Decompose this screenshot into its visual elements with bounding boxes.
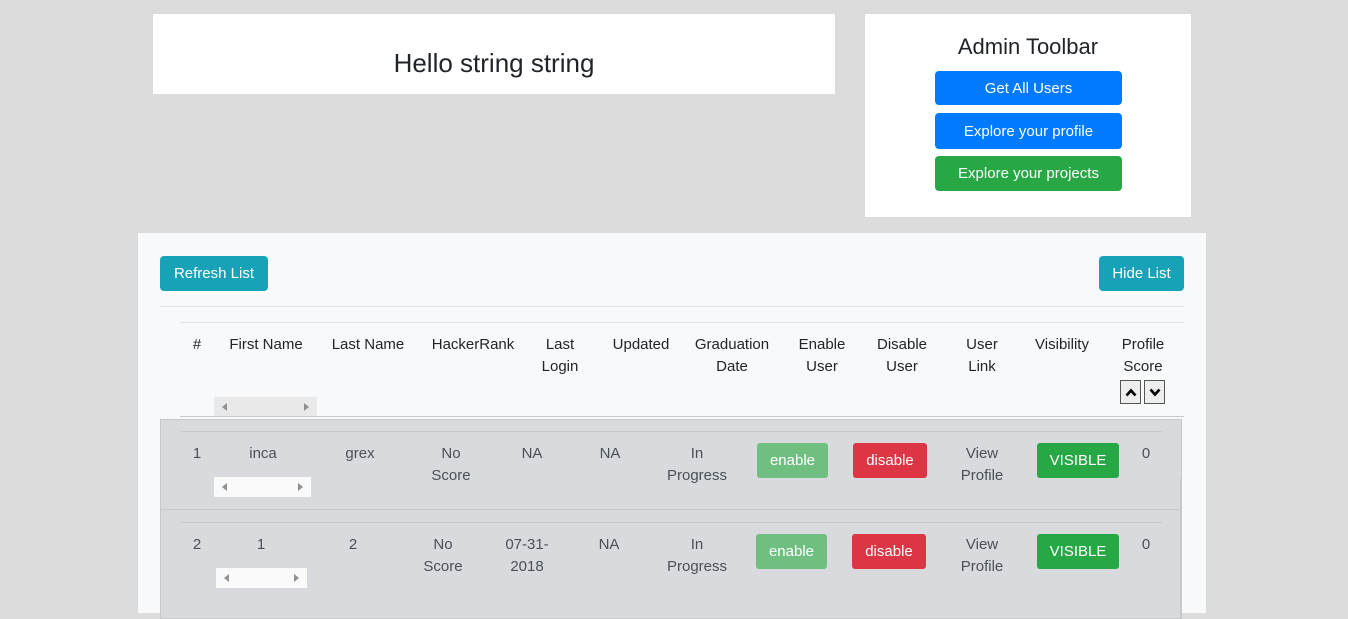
cell-last-login: NA: [521, 445, 543, 462]
cell-last-name: grex: [345, 445, 375, 462]
explore-profile-button[interactable]: Explore your profile: [935, 113, 1122, 149]
greeting-card: Hello string string: [153, 14, 835, 94]
row-horizontal-scrollbar[interactable]: [214, 477, 311, 497]
visibility-toggle-button[interactable]: VISIBLE: [1037, 534, 1119, 569]
table-scroll-edge: [1180, 478, 1181, 618]
header-bottom-border: [180, 416, 1184, 417]
cell-graduation-date: In Progress: [666, 445, 728, 484]
admin-toolbar-title: Admin Toolbar: [957, 34, 1099, 59]
sort-descending-button[interactable]: [1144, 380, 1165, 404]
col-header-hackerrank[interactable]: HackerRank: [426, 334, 520, 356]
cell-last-name: 2: [348, 536, 358, 553]
col-header-graduation-date[interactable]: Graduation Date: [688, 334, 776, 378]
cell-profile-score: 0: [1141, 445, 1151, 462]
disable-user-button[interactable]: disable: [853, 443, 927, 478]
cell-index: 1: [192, 445, 202, 462]
row-divider: [180, 522, 1162, 523]
row-divider: [160, 509, 1182, 510]
col-header-first-name[interactable]: First Name: [222, 334, 310, 356]
col-header-last-login[interactable]: Last Login: [530, 334, 590, 378]
hide-list-button[interactable]: Hide List: [1099, 256, 1184, 291]
col-header-user-link: User Link: [966, 336, 998, 375]
sort-ascending-button[interactable]: [1120, 380, 1141, 404]
visibility-toggle-button[interactable]: VISIBLE: [1037, 443, 1119, 478]
row-horizontal-scrollbar[interactable]: [216, 568, 307, 588]
arrow-left-icon[interactable]: [224, 574, 229, 582]
arrow-right-icon[interactable]: [294, 574, 299, 582]
chevron-down-icon: [1149, 388, 1160, 396]
arrow-right-icon[interactable]: [304, 403, 309, 411]
get-all-users-button[interactable]: Get All Users: [935, 71, 1122, 105]
admin-toolbar: Admin Toolbar Get All Users Explore your…: [865, 14, 1191, 217]
row-divider: [180, 431, 1162, 432]
explore-projects-button[interactable]: Explore your projects: [935, 156, 1122, 191]
col-header-profile-score[interactable]: Profile Score: [1116, 334, 1170, 378]
arrow-left-icon[interactable]: [222, 403, 227, 411]
col-header-index: #: [192, 336, 202, 353]
panel-divider: [160, 306, 1184, 307]
refresh-list-button[interactable]: Refresh List: [160, 256, 268, 291]
greeting-title: Hello string string: [393, 48, 595, 78]
cell-updated: NA: [598, 536, 620, 553]
arrow-right-icon[interactable]: [298, 483, 303, 491]
view-profile-link[interactable]: View Profile: [952, 534, 1012, 578]
col-header-enable-user: Enable User: [798, 336, 846, 375]
cell-last-login: 07-31-2018: [505, 536, 549, 575]
table-top-border: [180, 322, 1184, 323]
enable-user-button[interactable]: enable: [756, 534, 827, 569]
col-header-last-name[interactable]: Last Name: [324, 334, 412, 356]
chevron-up-icon: [1125, 388, 1136, 396]
arrow-left-icon[interactable]: [222, 483, 227, 491]
col-header-updated[interactable]: Updated: [606, 334, 676, 356]
view-profile-link[interactable]: View Profile: [952, 443, 1012, 487]
cell-updated: NA: [599, 445, 621, 462]
col-header-disable-user: Disable User: [876, 336, 928, 375]
cell-index: 2: [192, 536, 202, 553]
header-horizontal-scrollbar[interactable]: [214, 397, 317, 417]
cell-first-name: 1: [256, 536, 266, 553]
disable-user-button[interactable]: disable: [852, 534, 926, 569]
cell-profile-score: 0: [1141, 536, 1151, 553]
cell-hackerrank: No Score: [423, 536, 463, 575]
cell-hackerrank: No Score: [431, 445, 471, 484]
enable-user-button[interactable]: enable: [757, 443, 828, 478]
cell-graduation-date: In Progress: [666, 536, 728, 575]
col-header-visibility[interactable]: Visibility: [1027, 334, 1097, 356]
cell-first-name: inca: [249, 445, 277, 462]
